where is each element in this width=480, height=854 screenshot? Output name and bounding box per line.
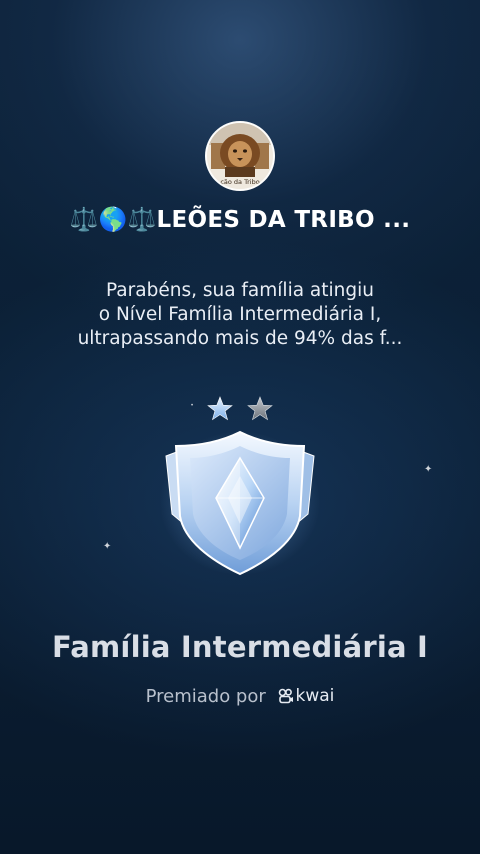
level-title: Família Intermediária I (51, 630, 429, 664)
star-empty-icon (247, 396, 273, 421)
avatar-caption: ção da Tribo (220, 178, 260, 186)
awarded-prefix: Premiado por (145, 686, 266, 707)
awarded-by: Premiado por kwai (0, 686, 480, 707)
kwai-brand: kwai (278, 686, 335, 706)
shield-crystal-badge-icon (160, 430, 320, 576)
sparkle-icon: • (191, 403, 194, 409)
message-line-3: ultrapassando mais de 94% das f... (77, 328, 403, 349)
kwai-logo-icon (278, 688, 293, 704)
star-filled-icon (207, 396, 233, 421)
level-stars (207, 396, 273, 421)
sparkle-icon: ✦ (103, 541, 112, 552)
brand-name: kwai (295, 686, 335, 706)
message-line-1: Parabéns, sua família atingiu (105, 280, 374, 301)
family-avatar[interactable]: ção da Tribo (205, 121, 275, 191)
message-line-2: o Nível Família Intermediária I, (98, 304, 382, 325)
congratulations-message: Parabéns, sua família atingiu o Nível Fa… (40, 279, 440, 351)
sparkle-icon: ✦ (424, 464, 433, 475)
family-name-title: ⚖️🌎⚖️LEÕES DA TRIBO ... (69, 207, 411, 233)
